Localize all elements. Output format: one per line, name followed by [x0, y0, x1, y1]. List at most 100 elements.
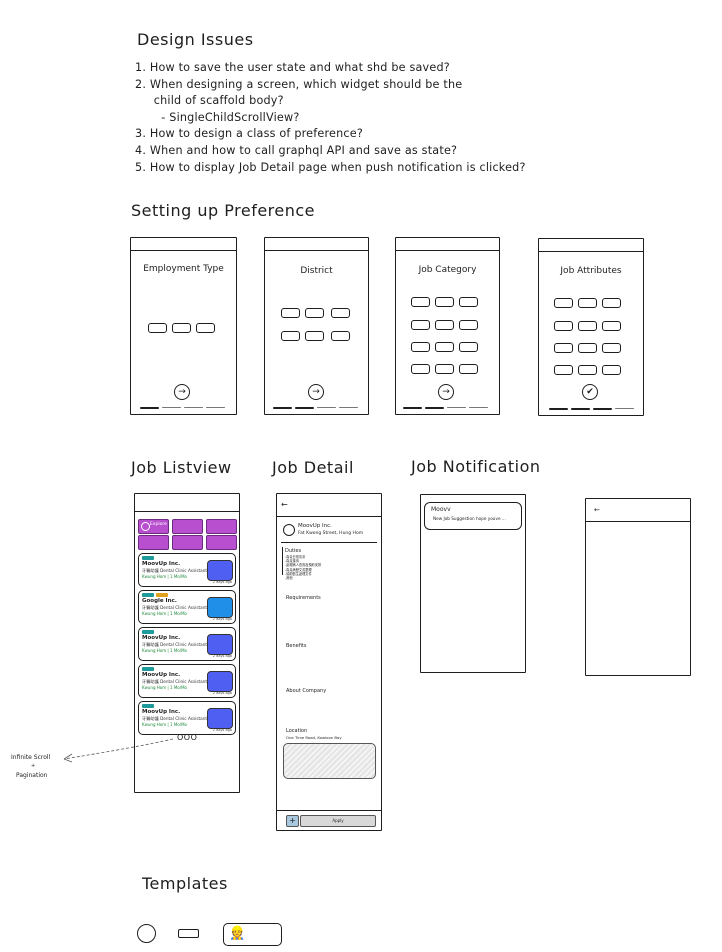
annotation-pagination: Pagination — [16, 772, 48, 779]
job-card[interactable]: MoovUp Inc. 牙醫助護 Dental Clinic Assistant… — [138, 627, 236, 661]
option-chip[interactable] — [554, 298, 573, 308]
option-chip[interactable] — [459, 364, 478, 374]
company-logo — [207, 560, 233, 581]
job-tag — [142, 704, 154, 708]
option-chip[interactable] — [578, 343, 597, 353]
category-tile[interactable] — [172, 519, 203, 534]
option-chip[interactable] — [196, 323, 215, 333]
option-chip[interactable] — [305, 308, 324, 318]
progress-step — [425, 407, 444, 409]
notification-title: Moovv — [431, 506, 451, 513]
option-chip[interactable] — [578, 298, 597, 308]
job-notification-heading: Job Notification — [411, 457, 541, 476]
option-chip[interactable] — [435, 320, 454, 330]
issue-item: - SingleChildScrollView? — [135, 110, 300, 124]
arrow-right-icon[interactable]: → — [438, 384, 454, 400]
app-bar-divider — [265, 250, 368, 251]
annotation-arrow — [63, 738, 174, 763]
preference-screen-district: District → — [264, 237, 369, 415]
job-location: Kwung Hom | 1 Mo/Mo — [142, 685, 187, 690]
screen-title: Job Category — [418, 265, 477, 275]
screen-title: District — [300, 266, 333, 276]
annotation-plus: + — [31, 763, 36, 769]
option-chip[interactable] — [578, 365, 597, 375]
option-chip[interactable] — [578, 321, 597, 331]
back-arrow-icon[interactable]: ← — [281, 500, 288, 509]
company-address: Fat Kwong Street, Hung Hom — [298, 531, 364, 536]
option-chip[interactable] — [435, 364, 454, 374]
progress-step — [206, 407, 225, 408]
option-chip[interactable] — [554, 321, 573, 331]
option-chip[interactable] — [411, 320, 430, 330]
app-bar-divider — [135, 511, 239, 512]
section-divider — [281, 542, 377, 543]
option-chip[interactable] — [172, 323, 191, 333]
worker-emoji-icon: 👷 — [229, 926, 246, 941]
notification-banner[interactable]: Moovv New Job Suggestion hope youve ... — [424, 502, 522, 530]
job-card[interactable]: Google Inc. 牙醫助護 Dental Clinic Assistant… — [138, 590, 236, 624]
app-bar-divider — [396, 250, 499, 251]
option-chip[interactable] — [435, 342, 454, 352]
option-chip[interactable] — [411, 297, 430, 307]
requirements-label: Requirements — [286, 595, 321, 601]
option-chip[interactable] — [459, 297, 478, 307]
job-tag — [142, 593, 154, 597]
progress-step — [184, 407, 203, 408]
option-chip[interactable] — [459, 342, 478, 352]
plus-icon[interactable]: + — [286, 815, 299, 827]
progress-step — [403, 407, 422, 409]
option-chip[interactable] — [602, 298, 621, 308]
option-chip[interactable] — [148, 323, 167, 333]
category-tile[interactable] — [206, 535, 237, 550]
job-location: Kwung Hom | 1 Mo/Mo — [142, 574, 187, 579]
option-chip[interactable] — [411, 364, 430, 374]
design-issues-heading: Design Issues — [137, 30, 254, 49]
category-tile[interactable] — [172, 535, 203, 550]
job-tag — [156, 593, 168, 597]
company-name: MoovUp Inc. — [142, 709, 181, 715]
pagination-dots[interactable]: OOO — [177, 733, 197, 742]
template-circle — [137, 924, 156, 943]
app-bar-divider — [131, 250, 236, 251]
job-listview-heading: Job Listview — [131, 458, 232, 477]
company-name: MoovUp Inc. — [142, 635, 181, 641]
company-logo — [207, 634, 233, 655]
job-card[interactable]: MoovUp Inc. 牙醫助護 Dental Clinic Assistant… — [138, 664, 236, 698]
apply-button[interactable]: Apply — [300, 815, 376, 827]
back-arrow-icon[interactable]: ← — [594, 506, 600, 514]
arrow-right-icon[interactable]: → — [174, 384, 190, 400]
category-tile[interactable]: Explore — [138, 519, 169, 534]
option-chip[interactable] — [554, 343, 573, 353]
check-icon[interactable]: ✔ — [582, 384, 598, 400]
option-chip[interactable] — [459, 320, 478, 330]
location-map[interactable] — [283, 743, 376, 779]
duties-list: -負責日常清潔 -負責接待 -處理病人查詢及預約安排 -負責病歷文書整理 -協助… — [285, 555, 321, 580]
app-bar-divider — [586, 521, 690, 522]
option-chip[interactable] — [331, 308, 350, 318]
option-chip[interactable] — [281, 308, 300, 318]
company-name: MoovUp Inc. — [142, 672, 181, 678]
option-chip[interactable] — [602, 343, 621, 353]
arrow-right-icon[interactable]: → — [308, 384, 324, 400]
option-chip[interactable] — [602, 365, 621, 375]
option-chip[interactable] — [554, 365, 573, 375]
progress-step — [317, 407, 336, 408]
issue-item: child of scaffold body? — [135, 94, 284, 108]
option-chip[interactable] — [305, 331, 324, 341]
company-name: MoovUp Inc. — [142, 561, 181, 567]
job-card[interactable]: MoovUp Inc. 牙醫助護 Dental Clinic Assistant… — [138, 553, 236, 587]
preference-heading: Setting up Preference — [131, 201, 316, 220]
progress-step — [447, 407, 466, 408]
app-bar-divider — [539, 251, 643, 252]
screen-title: Employment Type — [143, 264, 224, 274]
category-tile[interactable] — [206, 519, 237, 534]
option-chip[interactable] — [411, 342, 430, 352]
option-chip[interactable] — [331, 331, 350, 341]
option-chip[interactable] — [435, 297, 454, 307]
category-tile[interactable] — [138, 535, 169, 550]
company-logo — [207, 708, 233, 729]
option-chip[interactable] — [602, 321, 621, 331]
progress-step — [593, 408, 612, 410]
job-card[interactable]: MoovUp Inc. 牙醫助護 Dental Clinic Assistant… — [138, 701, 236, 735]
option-chip[interactable] — [281, 331, 300, 341]
